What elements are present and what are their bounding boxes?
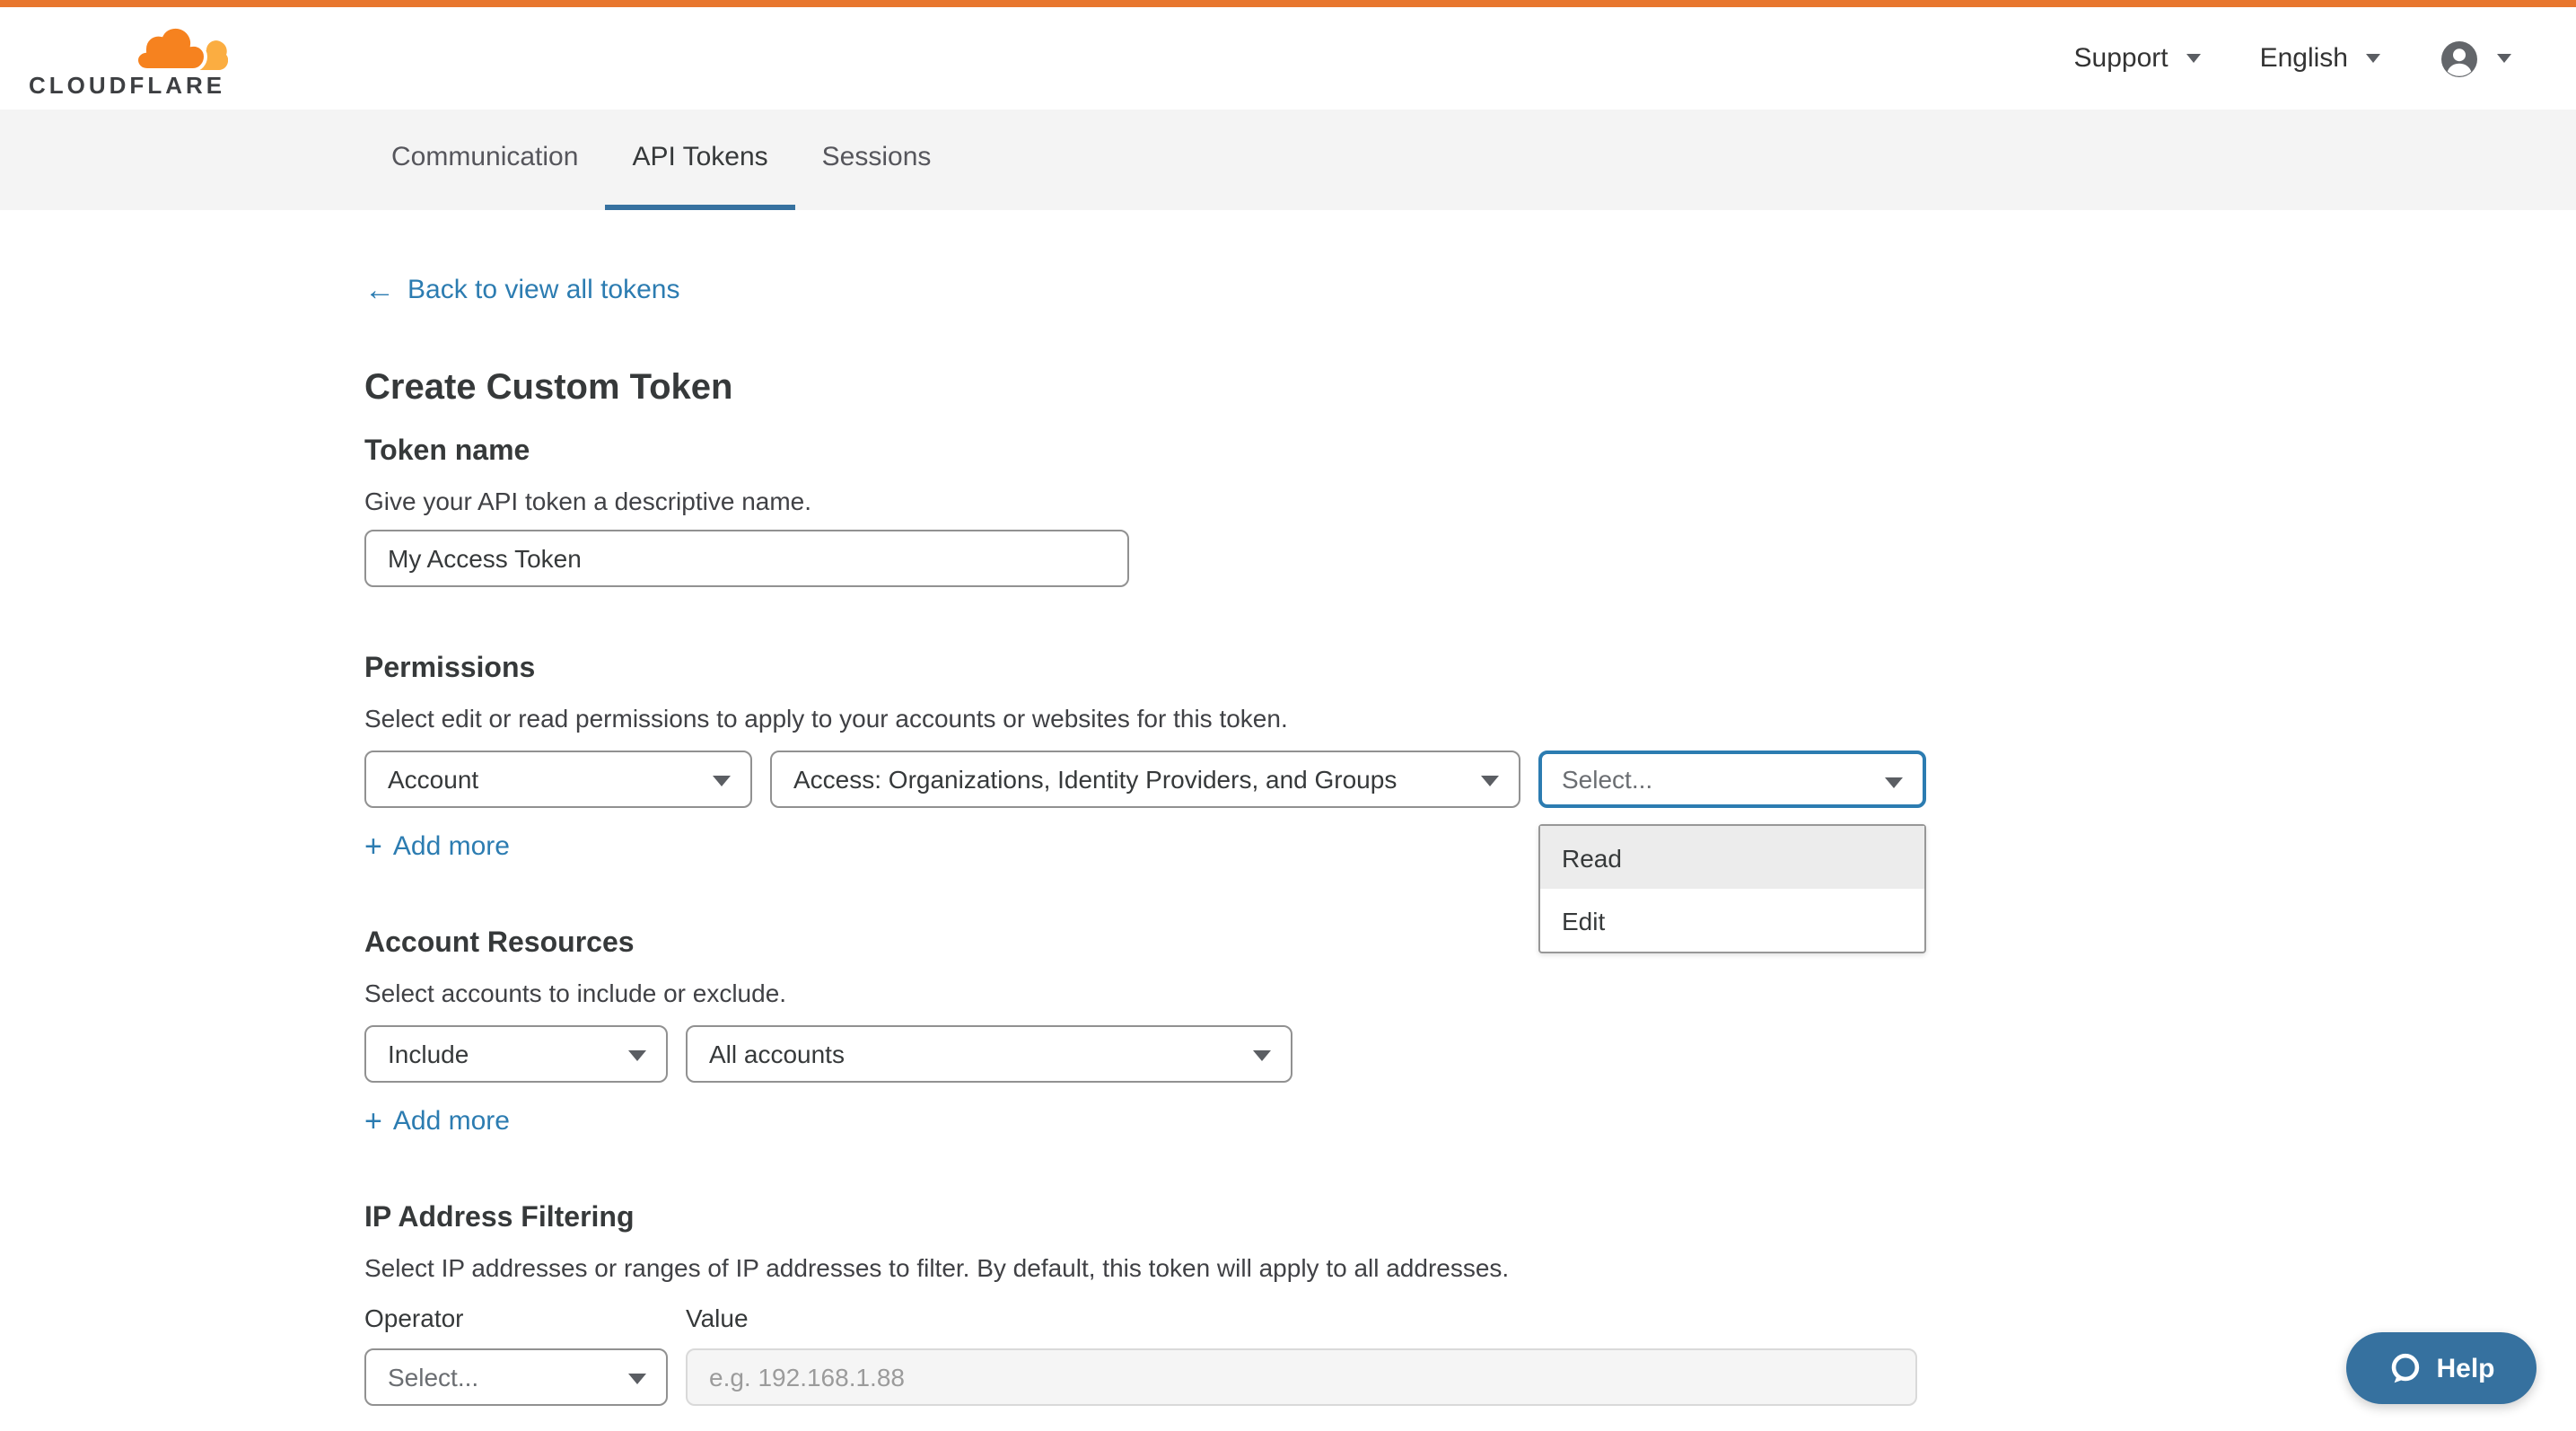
- header: CLOUDFLARE Support English: [0, 7, 2576, 110]
- menu-option-edit[interactable]: Edit: [1540, 889, 1924, 952]
- account-resources-description: Select accounts to include or exclude.: [364, 977, 2576, 1009]
- page-title: Create Custom Token: [364, 368, 2576, 409]
- chat-bubble-icon: [2388, 1351, 2422, 1385]
- add-permission-link[interactable]: + Add more: [364, 831, 510, 862]
- ip-filtering-heading: IP Address Filtering: [364, 1201, 2576, 1237]
- ip-operator-select[interactable]: Select...: [364, 1348, 668, 1406]
- back-link-label: Back to view all tokens: [407, 275, 680, 305]
- chevron-down-icon: [713, 776, 731, 786]
- plus-icon: +: [364, 1108, 382, 1135]
- operator-label: Operator: [364, 1304, 686, 1332]
- chevron-down-icon: [2186, 54, 2201, 63]
- permission-resource-value: Access: Organizations, Identity Provider…: [793, 765, 1397, 794]
- permission-level-placeholder: Select...: [1562, 765, 1652, 794]
- resource-mode-select[interactable]: Include: [364, 1025, 668, 1083]
- cloudflare-wordmark: CLOUDFLARE: [29, 73, 225, 96]
- tab-label: Communication: [391, 142, 578, 172]
- support-menu[interactable]: Support: [2074, 43, 2201, 74]
- ip-filtering-labels: Operator Value: [364, 1304, 2576, 1332]
- ip-filtering-row: Select...: [364, 1348, 2576, 1406]
- help-button[interactable]: Help: [2346, 1332, 2537, 1404]
- permission-scope-select[interactable]: Account: [364, 751, 752, 808]
- plus-icon: +: [364, 833, 382, 860]
- resource-selection-select[interactable]: All accounts: [686, 1025, 1292, 1083]
- tab-api-tokens[interactable]: API Tokens: [605, 110, 794, 210]
- account-resources-row: Include All accounts: [364, 1025, 2576, 1083]
- help-button-label: Help: [2436, 1353, 2494, 1383]
- resource-selection-value: All accounts: [709, 1040, 845, 1068]
- cloudflare-logo[interactable]: CLOUDFLARE: [29, 24, 225, 96]
- chevron-down-icon: [628, 1050, 646, 1061]
- value-label: Value: [686, 1304, 749, 1332]
- chevron-down-icon: [1481, 776, 1499, 786]
- menu-option-read[interactable]: Read: [1540, 826, 1924, 889]
- user-avatar-icon: [2440, 39, 2479, 78]
- token-name-section: Token name Give your API token a descrip…: [364, 435, 2576, 587]
- permissions-section: Permissions Select edit or read permissi…: [364, 652, 2576, 862]
- chevron-down-icon: [628, 1374, 646, 1384]
- tab-sessions[interactable]: Sessions: [795, 110, 959, 210]
- token-name-description: Give your API token a descriptive name.: [364, 485, 2576, 517]
- left-arrow-icon: ←: [364, 277, 395, 303]
- app-root: CLOUDFLARE Support English Com: [0, 0, 2576, 1431]
- tab-bar: Communication API Tokens Sessions: [0, 110, 2576, 210]
- token-name-input[interactable]: [364, 530, 1129, 587]
- permission-level-select[interactable]: Select...: [1538, 751, 1926, 808]
- account-resources-section: Account Resources Select accounts to inc…: [364, 926, 2576, 1137]
- permissions-description: Select edit or read permissions to apply…: [364, 702, 2576, 734]
- language-menu-label: English: [2260, 43, 2348, 74]
- header-nav: Support English: [2074, 39, 2512, 78]
- tab-label: Sessions: [822, 142, 932, 172]
- add-permission-label: Add more: [393, 831, 510, 862]
- language-menu[interactable]: English: [2260, 43, 2380, 74]
- resource-mode-value: Include: [388, 1040, 469, 1068]
- back-link[interactable]: ← Back to view all tokens: [364, 275, 680, 305]
- add-account-resource-link[interactable]: + Add more: [364, 1106, 510, 1137]
- ip-filtering-section: IP Address Filtering Select IP addresses…: [364, 1201, 2576, 1406]
- token-name-heading: Token name: [364, 435, 2576, 470]
- permission-resource-select[interactable]: Access: Organizations, Identity Provider…: [770, 751, 1520, 808]
- account-resources-heading: Account Resources: [364, 926, 2576, 962]
- ip-operator-placeholder: Select...: [388, 1363, 478, 1391]
- cloudflare-cloud-icon: [134, 24, 227, 71]
- brand-accent-bar: [0, 0, 2576, 7]
- tab-label: API Tokens: [632, 142, 767, 172]
- ip-filtering-description: Select IP addresses or ranges of IP addr…: [364, 1251, 2576, 1284]
- permission-level-menu: Read Edit: [1538, 824, 1926, 953]
- chevron-down-icon: [2366, 54, 2380, 63]
- permission-level-wrap: Select... Read Edit: [1538, 751, 1926, 808]
- chevron-down-icon: [2497, 54, 2511, 63]
- support-menu-label: Support: [2074, 43, 2169, 74]
- main-content: ← Back to view all tokens Create Custom …: [0, 210, 2576, 1406]
- account-menu[interactable]: [2440, 39, 2511, 78]
- ip-value-input[interactable]: [686, 1348, 1917, 1406]
- chevron-down-icon: [1885, 777, 1903, 788]
- add-account-resource-label: Add more: [393, 1106, 510, 1137]
- tab-communication[interactable]: Communication: [364, 110, 605, 210]
- permissions-heading: Permissions: [364, 652, 2576, 688]
- chevron-down-icon: [1253, 1050, 1271, 1061]
- permissions-row: Account Access: Organizations, Identity …: [364, 751, 2576, 808]
- permission-scope-value: Account: [388, 765, 478, 794]
